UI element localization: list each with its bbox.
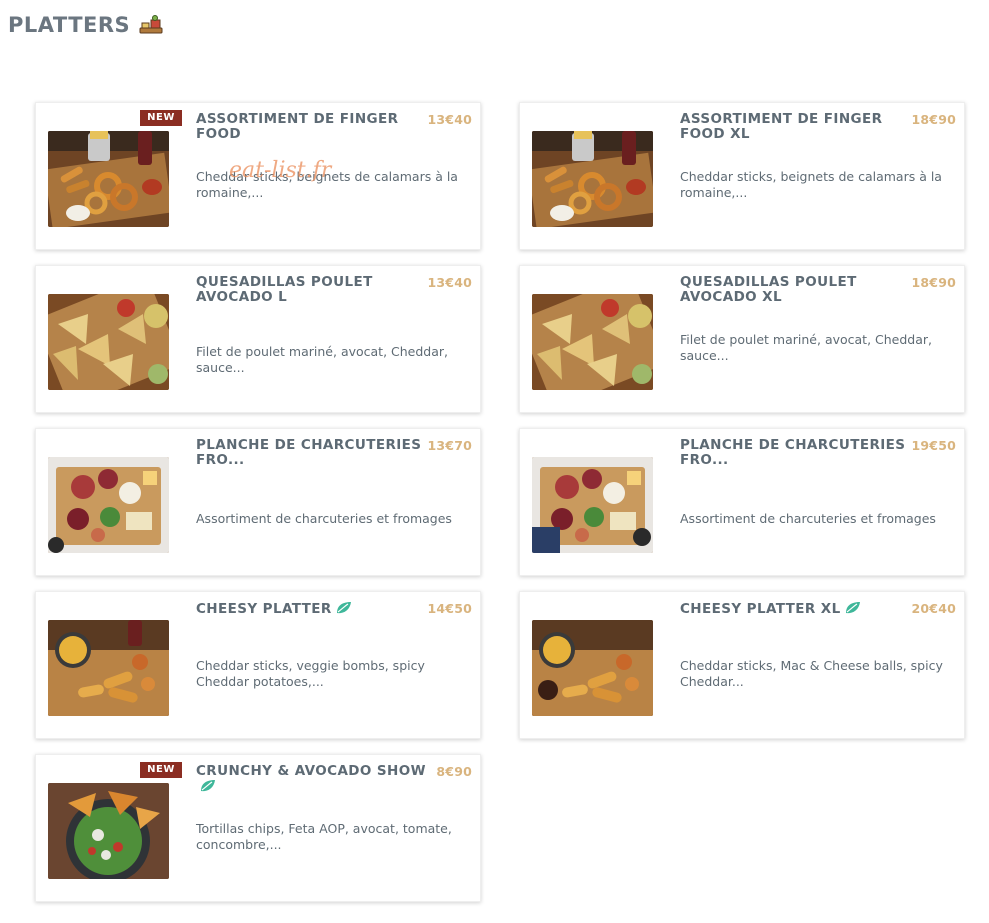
vegetarian-leaf-icon (199, 779, 216, 797)
menu-item-image[interactable] (532, 620, 653, 716)
menu-item-name[interactable]: CHEESY PLATTER (196, 601, 428, 619)
section-header: PLATTERS (8, 11, 164, 39)
menu-item-name[interactable]: QUESADILLAS POULET AVOCADO L (196, 275, 428, 305)
menu-item-description: Cheddar sticks, beignets de calamars à l… (196, 169, 458, 200)
menu-item-card[interactable]: PLANCHE DE CHARCUTERIES FRO... 13€70 Assor… (35, 428, 481, 576)
menu-item-price: 14€50 (427, 601, 472, 616)
menu-item-card[interactable]: CHEESY PLATTER XL 20€40 Cheddar sticks, Ma… (519, 591, 965, 739)
menu-item-description: Filet de poulet mariné, avocat, Cheddar,… (196, 344, 449, 375)
menu-item-name-text: PLANCHE DE CHARCUTERIES FRO... (196, 437, 422, 468)
menu-item-card[interactable]: NEW CRUNCHY & AVOCADO SHOW 8€90 Tortillas c… (35, 754, 481, 902)
menu-item-image[interactable] (532, 457, 653, 553)
menu-item-name[interactable]: ASSORTIMENT DE FINGER FOOD (196, 112, 428, 142)
menu-item-description: Assortiment de charcuteries et fromages (680, 511, 936, 526)
menu-item-price: 19€50 (911, 438, 956, 453)
menu-item-card[interactable]: ASSORTIMENT DE FINGER FOOD XL 18€90 Chedda… (519, 102, 965, 250)
menu-item-name[interactable]: CHEESY PLATTER XL (680, 601, 912, 619)
menu-item-image[interactable] (532, 294, 653, 390)
vegetarian-leaf-icon (844, 601, 861, 619)
menu-item-card[interactable]: CHEESY PLATTER 14€50 Cheddar sticks, veggi… (35, 591, 481, 739)
menu-item-card[interactable]: QUESADILLAS POULET AVOCADO L 13€40 Filet d… (35, 265, 481, 413)
menu-item-description: Cheddar sticks, Mac & Cheese balls, spic… (680, 658, 943, 689)
menu-item-name[interactable]: QUESADILLAS POULET AVOCADO XL (680, 275, 912, 305)
menu-item-price: 13€40 (427, 112, 472, 127)
menu-item-name[interactable]: PLANCHE DE CHARCUTERIES FRO... (196, 438, 428, 468)
menu-item-image[interactable] (48, 131, 169, 227)
menu-item-name-text: ASSORTIMENT DE FINGER FOOD (196, 111, 399, 142)
menu-item-price: 20€40 (911, 601, 956, 616)
menu-item-price: 13€70 (427, 438, 472, 453)
menu-item-image[interactable] (48, 620, 169, 716)
vegetarian-leaf-icon (335, 601, 352, 619)
menu-item-image[interactable] (532, 131, 653, 227)
menu-item-name-text: QUESADILLAS POULET AVOCADO XL (680, 274, 857, 305)
menu-item-name-text: ASSORTIMENT DE FINGER FOOD XL (680, 111, 883, 142)
new-badge: NEW (140, 110, 182, 126)
menu-item-name-text: QUESADILLAS POULET AVOCADO L (196, 274, 373, 305)
menu-item-price: 8€90 (436, 764, 472, 779)
menu-item-name[interactable]: CRUNCHY & AVOCADO SHOW (196, 764, 428, 797)
menu-item-description: Tortillas chips, Feta AOP, avocat, tomat… (196, 821, 452, 852)
menu-item-image[interactable] (48, 294, 169, 390)
menu-item-description: Assortiment de charcuteries et fromages (196, 511, 452, 526)
menu-item-image[interactable] (48, 783, 169, 879)
menu-item-name-text: CHEESY PLATTER XL (680, 601, 841, 617)
menu-item-price: 13€40 (427, 275, 472, 290)
menu-item-description: Cheddar sticks, veggie bombs, spicy Ched… (196, 658, 425, 689)
menu-item-price: 18€90 (911, 275, 956, 290)
menu-item-name-text: CRUNCHY & AVOCADO SHOW (196, 763, 426, 779)
menu-item-image[interactable] (48, 457, 169, 553)
menu-item-card[interactable]: NEW ASSORTIMENT DE FINGER FOOD 13€40 Chedda… (35, 102, 481, 250)
menu-item-card[interactable]: QUESADILLAS POULET AVOCADO XL 18€90 Filet … (519, 265, 965, 413)
menu-item-description: Cheddar sticks, beignets de calamars à l… (680, 169, 942, 200)
platter-icon (138, 14, 164, 36)
section-title: PLATTERS (8, 13, 131, 37)
menu-item-price: 18€90 (911, 112, 956, 127)
menu-item-name-text: CHEESY PLATTER (196, 601, 332, 617)
menu-item-name[interactable]: PLANCHE DE CHARCUTERIES FRO... (680, 438, 912, 468)
menu-item-card[interactable]: PLANCHE DE CHARCUTERIES FRO... 19€50 Assor… (519, 428, 965, 576)
menu-item-description: Filet de poulet mariné, avocat, Cheddar,… (680, 332, 933, 363)
menu-item-name[interactable]: ASSORTIMENT DE FINGER FOOD XL (680, 112, 912, 142)
new-badge: NEW (140, 762, 182, 778)
menu-item-name-text: PLANCHE DE CHARCUTERIES FRO... (680, 437, 906, 468)
